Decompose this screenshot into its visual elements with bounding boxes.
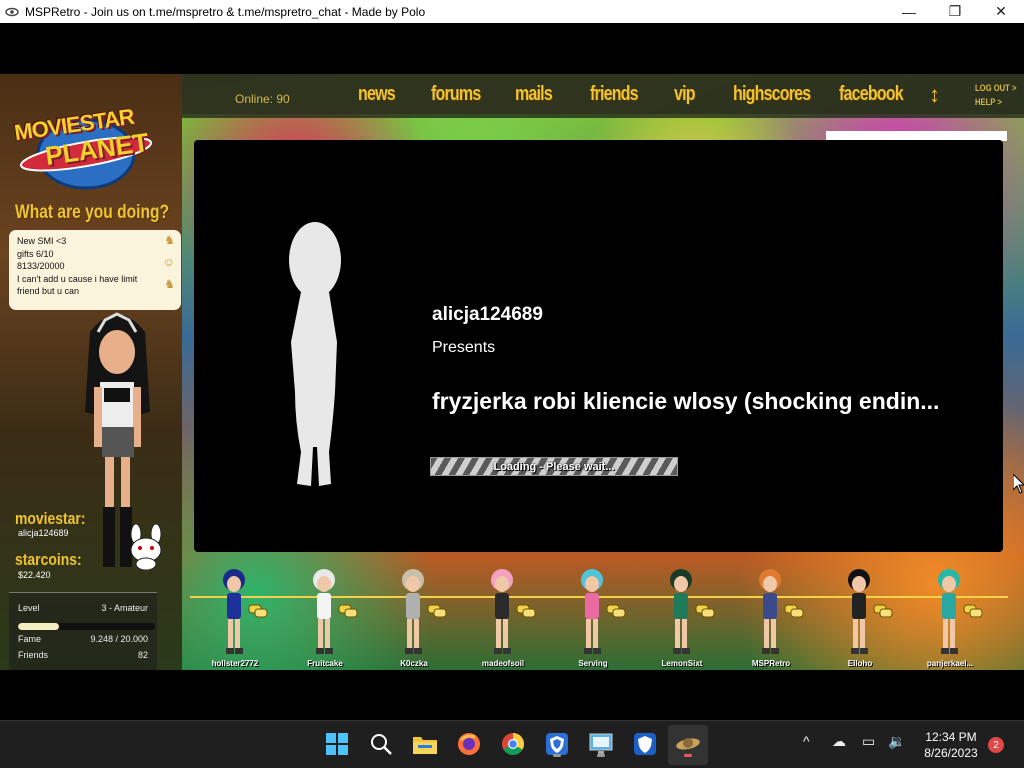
friends-label: Friends: [18, 650, 49, 660]
friend-avatar[interactable]: Elloho: [815, 566, 905, 668]
friend-avatar[interactable]: panjerkael...: [905, 566, 995, 668]
nav-mails[interactable]: mails: [515, 83, 553, 106]
volume-icon[interactable]: 🔉: [888, 733, 905, 750]
level-progress-fill: [18, 623, 60, 630]
fame-label: Fame: [18, 634, 42, 644]
friend-avatar-name: K0czka: [400, 659, 428, 668]
starcoins-value: $22.420: [18, 570, 51, 580]
window-title: MSPRetro - Join us on t.me/mspretro & t.…: [25, 4, 426, 19]
minimize-button[interactable]: —: [886, 0, 932, 23]
friend-avatar[interactable]: madeofsoil: [458, 566, 548, 668]
nav-vip[interactable]: vip: [674, 83, 696, 106]
friend-avatar[interactable]: K0czka: [369, 566, 459, 668]
level-label: Level: [18, 603, 40, 613]
mouse-cursor-icon: [1013, 474, 1024, 494]
help-link[interactable]: HELP >: [975, 97, 1002, 107]
resize-arrows-icon[interactable]: ↕: [929, 82, 940, 108]
remote-desktop-icon[interactable]: [588, 731, 614, 757]
status-line: gifts 6/10: [17, 248, 54, 259]
nav-news[interactable]: news: [358, 83, 396, 106]
creator-silhouette: [289, 222, 341, 486]
firefox-icon[interactable]: [456, 731, 482, 757]
chat-bubble-icon[interactable]: [873, 604, 893, 618]
clock-date: 8/26/2023: [924, 746, 978, 760]
clock[interactable]: 12:34 PM 8/26/2023: [918, 729, 984, 761]
friend-avatar[interactable]: hollster2772: [190, 566, 280, 668]
chat-bubble-icon[interactable]: [427, 604, 447, 618]
level-value: 3 - Amateur: [101, 603, 148, 613]
nav-highscores[interactable]: highscores: [733, 83, 811, 106]
status-line: 8133/20000: [17, 261, 65, 271]
pet-bunny-icon[interactable]: [124, 524, 168, 570]
chat-bubble-icon[interactable]: [784, 604, 804, 618]
friend-avatar-name: Serving: [578, 659, 608, 668]
running-indicator: [553, 754, 561, 757]
maximize-button[interactable]: ❐: [932, 0, 978, 23]
taskbar: ^ ☁ ▭ 🔉 12:34 PM 8/26/2023 2: [0, 720, 1024, 768]
creator-name: alicja124689: [432, 304, 543, 325]
online-count: Online: 90: [235, 92, 290, 106]
giraffe-icon[interactable]: ♞: [164, 234, 175, 247]
search-icon[interactable]: [368, 731, 394, 757]
notification-badge[interactable]: 2: [988, 737, 1004, 753]
start-icon[interactable]: [324, 731, 350, 757]
chat-bubble-icon[interactable]: [338, 604, 358, 618]
status-line: New SMI <3: [17, 236, 67, 246]
giraffe-icon[interactable]: ♞: [164, 278, 175, 291]
tray-overflow-chevron-icon[interactable]: ^: [803, 733, 810, 749]
friend-avatar[interactable]: Serving: [548, 566, 638, 668]
window-titlebar: MSPRetro - Join us on t.me/mspretro & t.…: [0, 0, 1024, 23]
moviestar-name[interactable]: alicja124689: [18, 528, 69, 538]
chrome-icon[interactable]: [500, 731, 526, 757]
status-heading: What are you doing?: [15, 202, 170, 223]
chat-bubble-icon[interactable]: [695, 604, 715, 618]
stats-panel: Level 3 - Amateur Fame 9.248 / 20.000 Fr…: [9, 592, 157, 670]
starcoins-label: starcoins:: [15, 550, 82, 569]
chat-bubble-icon[interactable]: [516, 604, 536, 618]
onedrive-icon[interactable]: ☁: [832, 733, 846, 750]
presents-label: Presents: [432, 339, 496, 356]
network-icon[interactable]: ▭: [862, 733, 875, 750]
chat-bubble-icon[interactable]: [606, 604, 626, 618]
chat-bubble-icon[interactable]: [963, 604, 983, 618]
friends-value: 82: [137, 650, 148, 660]
vpn-shield-icon[interactable]: [632, 731, 658, 757]
status-line: I can't add u cause i have limit: [17, 273, 138, 284]
loading-bar: Loading - Please wait...: [430, 457, 678, 476]
nav-facebook[interactable]: facebook: [839, 83, 904, 106]
friend-avatar-name: Fruitcake: [307, 659, 343, 668]
friend-avatar-name: madeofsoil: [481, 659, 525, 668]
close-button[interactable]: ✕: [978, 0, 1024, 23]
running-indicator: [597, 754, 605, 757]
bunny-icon[interactable]: ☺: [163, 256, 175, 269]
loading-text: Loading - Please wait...: [493, 460, 615, 473]
friend-avatar-name: hollster2772: [211, 659, 259, 668]
friend-avatar[interactable]: MSPRetro: [726, 566, 816, 668]
moviestar-label: moviestar:: [15, 509, 86, 528]
friend-avatar-name: LemonSixt: [661, 659, 703, 668]
status-bubble[interactable]: New SMI <3 gifts 6/10 8133/20000 I can't…: [9, 230, 181, 310]
nav-forums[interactable]: forums: [431, 83, 481, 106]
friend-avatar-name: MSPRetro: [751, 659, 791, 668]
friend-avatar-name: panjerkael...: [926, 659, 974, 668]
clock-time: 12:34 PM: [925, 730, 977, 744]
friend-avatar[interactable]: Fruitcake: [280, 566, 370, 668]
security-shield-icon[interactable]: [544, 731, 570, 757]
status-line: friend but u can: [17, 286, 80, 296]
movie-title: fryzjerka robi kliencie wlosy (shocking …: [432, 388, 940, 414]
logout-link[interactable]: LOG OUT >: [975, 83, 1016, 93]
chat-bubble-icon[interactable]: [248, 604, 268, 618]
nav-friends[interactable]: friends: [590, 83, 639, 106]
file-explorer-icon[interactable]: [412, 731, 438, 757]
running-indicator: [684, 754, 692, 757]
friend-avatar[interactable]: LemonSixt: [637, 566, 727, 668]
level-progress-bar: [18, 623, 155, 630]
mspretro-app-icon[interactable]: [675, 731, 701, 757]
app-icon: [5, 7, 19, 16]
friend-avatar-name: Elloho: [847, 659, 873, 668]
fame-value: 9.248 / 20.000: [90, 634, 148, 644]
